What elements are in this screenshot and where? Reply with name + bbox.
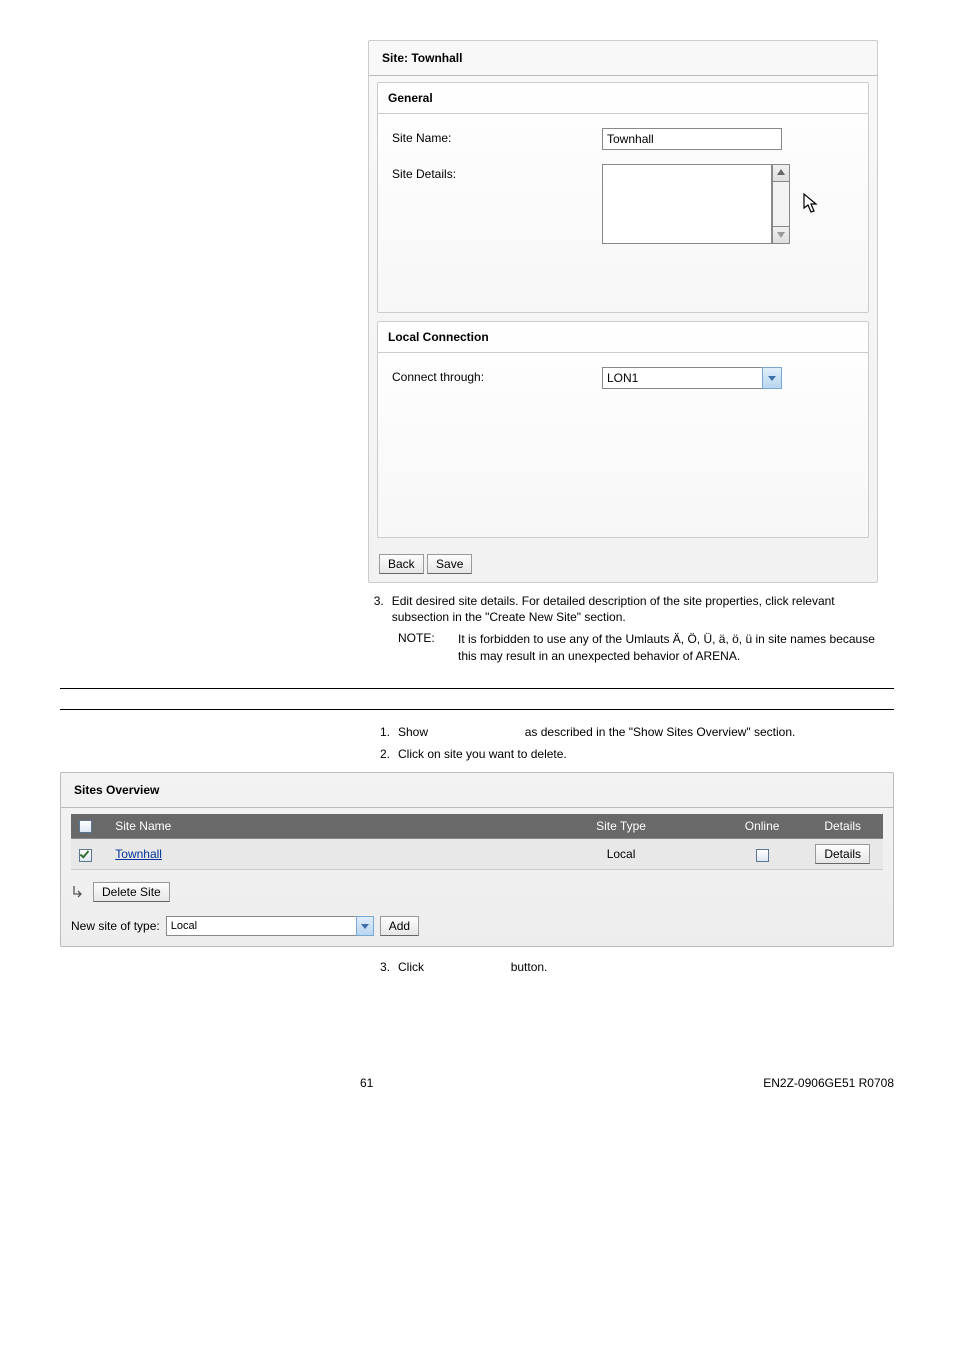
note-label: NOTE: [398,631,458,663]
scroll-down-icon[interactable] [772,226,790,244]
col-site-type: Site Type [520,814,721,839]
site-type-cell: Local [520,839,721,870]
col-details: Details [802,814,883,839]
local-connection-section: Local Connection Connect through: [377,321,869,538]
table-row: Townhall Local Details [71,839,883,870]
step-number: 3. [368,593,384,625]
chevron-down-icon[interactable] [356,916,374,936]
back-button[interactable]: Back [379,554,424,574]
general-section: General Site Name: Site Details: [377,82,869,313]
connect-through-select[interactable] [602,367,782,389]
delete-steps-cont: 3. Click button. [368,959,878,975]
delete-site-button[interactable]: Delete Site [93,882,170,902]
scroll-track[interactable] [772,182,790,226]
cursor-icon [802,192,820,217]
new-site-type-value[interactable] [166,916,356,936]
connect-through-label: Connect through: [392,367,602,384]
step-number: 1. [368,724,390,740]
add-button[interactable]: Add [380,916,419,936]
chevron-down-icon[interactable] [762,367,782,389]
col-online: Online [722,814,803,839]
step-text: Edit desired site details. For detailed … [392,593,878,625]
page-number: 61 [360,1076,373,1090]
site-details-label: Site Details: [392,164,602,181]
save-button[interactable]: Save [427,554,472,574]
page-footer: 61 EN2Z-0906GE51 R0708 [60,1076,894,1090]
site-name-label: Site Name: [392,128,602,145]
step-text: Click button. [398,959,547,975]
col-site-name: Site Name [107,814,520,839]
online-checkbox[interactable] [756,849,769,862]
step-text: Show as described in the "Show Sites Ove… [398,724,795,740]
connect-through-value[interactable] [602,367,762,389]
sites-overview-panel: Sites Overview Site Name Site Type Onlin… [60,772,894,947]
step-number: 2. [368,746,390,762]
panel-title: Site: Townhall [369,41,877,76]
scroll-up-icon[interactable] [772,164,790,182]
site-details-textarea[interactable] [602,164,772,244]
step-number: 3. [368,959,390,975]
site-name-input[interactable] [602,128,782,150]
new-site-label: New site of type: [71,919,160,933]
sites-table: Site Name Site Type Online Details Townh… [71,814,883,870]
step-text: Click on site you want to delete. [398,746,567,762]
note-text: It is forbidden to use any of the Umlaut… [458,631,878,663]
row-checkbox[interactable] [79,849,92,862]
table-header-row: Site Name Site Type Online Details [71,814,883,839]
details-button[interactable]: Details [815,844,870,864]
sites-overview-title: Sites Overview [61,773,893,808]
local-connection-heading: Local Connection [378,322,868,353]
delete-steps: 1. Show as described in the "Show Sites … [368,724,878,762]
divider [60,688,894,689]
new-site-type-select[interactable] [166,916,374,936]
general-heading: General [378,83,868,114]
textarea-scrollbar[interactable] [772,164,790,244]
site-link[interactable]: Townhall [115,847,162,861]
edit-steps: 3. Edit desired site details. For detail… [368,593,878,664]
divider [60,709,894,710]
site-panel: Site: Townhall General Site Name: Site D… [368,40,878,583]
doc-id: EN2Z-0906GE51 R0708 [763,1076,894,1090]
arrow-icon [71,885,85,899]
select-all-checkbox[interactable] [79,820,92,833]
